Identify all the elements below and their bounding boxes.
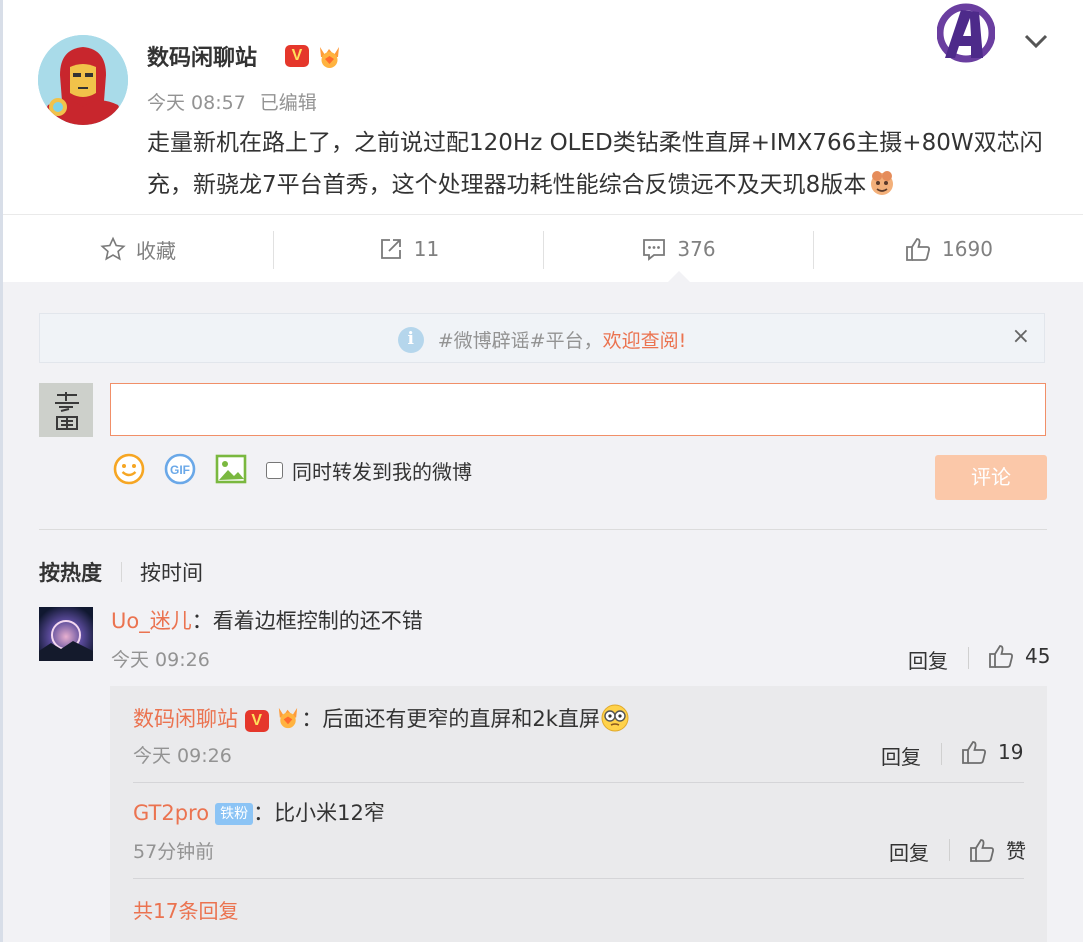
chevron-down-icon[interactable]	[1022, 30, 1050, 52]
post-text: 走量新机在路上了，之前说过配120Hz OLED类钻柔性直屏+IMX766主摄+…	[147, 130, 1043, 198]
reply-like-button[interactable]: 19	[960, 739, 1023, 765]
comment-input[interactable]	[110, 383, 1046, 436]
thumbs-up-icon	[962, 741, 986, 764]
repost-count: 11	[413, 237, 440, 261]
medal-icon	[275, 704, 301, 730]
author-name[interactable]: 数码闲聊站	[147, 40, 257, 72]
reply-line: 数码闲聊站 V ：后面还有更窄的直屏和2k直屏	[133, 703, 630, 733]
panel-pointer	[668, 271, 690, 282]
divider	[39, 529, 1047, 530]
gif-icon[interactable]: GIF	[163, 452, 197, 490]
reply-button[interactable]: 回复	[908, 645, 948, 674]
info-icon	[397, 327, 424, 353]
divider	[968, 647, 969, 669]
notice-bar: #微博辟谣#平台，欢迎查阅! ×	[39, 313, 1045, 363]
thumbs-up-icon	[970, 838, 994, 862]
notice-prefix[interactable]: #微博辟谣#平台，	[438, 330, 603, 352]
close-icon[interactable]: ×	[1012, 324, 1030, 350]
reply-time: 57分钟前	[133, 841, 215, 863]
more-replies-link[interactable]: 共17条回复	[133, 895, 238, 924]
comment-text: 看着边框控制的还不错	[212, 609, 423, 633]
sort-by-hot[interactable]: 按热度	[39, 557, 102, 587]
sort-by-time[interactable]: 按时间	[140, 557, 203, 587]
comment-icon	[643, 239, 666, 261]
divider	[121, 562, 122, 582]
divider	[133, 878, 1024, 879]
also-repost-label: 同时转发到我的微博	[292, 460, 472, 484]
smiley-icon[interactable]	[112, 452, 146, 490]
reply-line: GT2pro 铁粉 ：比小米12窄	[133, 797, 385, 827]
divider	[941, 743, 942, 765]
verified-badge-icon: V	[285, 45, 309, 67]
comment-username[interactable]: Uo_迷儿	[111, 609, 192, 633]
post-time[interactable]: 今天 08:57	[147, 92, 246, 114]
reply-text: 后面还有更窄的直屏和2k直屏	[322, 707, 600, 731]
avengers-logo-icon[interactable]	[936, 2, 996, 64]
repost-icon	[380, 239, 401, 259]
reply-text: 比小米12窄	[274, 801, 385, 825]
also-repost-checkbox[interactable]	[266, 462, 283, 479]
reply-separator: ：	[253, 801, 275, 825]
reply-separator: ：	[301, 707, 323, 731]
commenter-avatar[interactable]	[39, 607, 93, 661]
submit-comment-button[interactable]: 评论	[935, 455, 1047, 500]
comment-time: 今天 09:26	[111, 649, 210, 671]
like-count: 1690	[942, 237, 993, 261]
star-icon	[100, 236, 126, 261]
reply-button[interactable]: 回复	[889, 837, 929, 866]
edited-label[interactable]: 已编辑	[260, 92, 317, 114]
reply-username[interactable]: GT2pro	[133, 801, 209, 825]
post-meta: 今天 08:57 已编辑	[147, 88, 331, 115]
thumbs-up-icon	[906, 238, 931, 261]
emoji-icon	[600, 703, 630, 733]
reply-like-count: 19	[998, 740, 1024, 764]
fan-badge: 铁粉	[215, 803, 254, 825]
svg-text:GIF: GIF	[170, 463, 190, 477]
comment-like-button[interactable]: 45	[987, 643, 1050, 669]
reply-thread: 数码闲聊站 V ：后面还有更窄的直屏和2k直屏 今天 09:26 回复 19 G…	[110, 686, 1047, 942]
divider	[949, 839, 950, 861]
image-icon[interactable]	[214, 452, 248, 490]
post-content: 走量新机在路上了，之前说过配120Hz OLED类钻柔性直屏+IMX766主摄+…	[147, 122, 1052, 206]
reply-button[interactable]: 回复	[881, 741, 921, 770]
comment-separator: ：	[191, 609, 213, 633]
verified-badge-icon: V	[244, 710, 269, 732]
comment-count: 376	[677, 237, 716, 261]
comment-like-count: 45	[1025, 644, 1051, 668]
favorite-label: 收藏	[136, 238, 176, 263]
medal-icon	[316, 43, 343, 70]
action-bar: 收藏 11 376 1690	[3, 214, 1083, 283]
my-avatar[interactable]	[39, 383, 93, 437]
author-avatar[interactable]	[38, 35, 128, 125]
comment-line: Uo_迷儿：看着边框控制的还不错	[111, 605, 423, 635]
thumbs-up-icon	[989, 645, 1013, 668]
favorite-button[interactable]: 收藏	[3, 215, 273, 283]
also-repost-option[interactable]: 同时转发到我的微博	[266, 456, 472, 485]
reply-time: 今天 09:26	[133, 745, 232, 767]
repost-button[interactable]: 11	[274, 215, 543, 283]
divider	[133, 782, 1024, 783]
reply-like-button[interactable]: 赞	[968, 835, 1026, 864]
reply-username[interactable]: 数码闲聊站	[133, 707, 238, 731]
emoji-icon	[868, 169, 896, 197]
notice-link[interactable]: 欢迎查阅!	[603, 330, 687, 352]
like-button[interactable]: 1690	[814, 215, 1083, 283]
reply-like-label: 赞	[1006, 839, 1026, 863]
notice-text: #微博辟谣#平台，欢迎查阅!	[40, 326, 1044, 353]
